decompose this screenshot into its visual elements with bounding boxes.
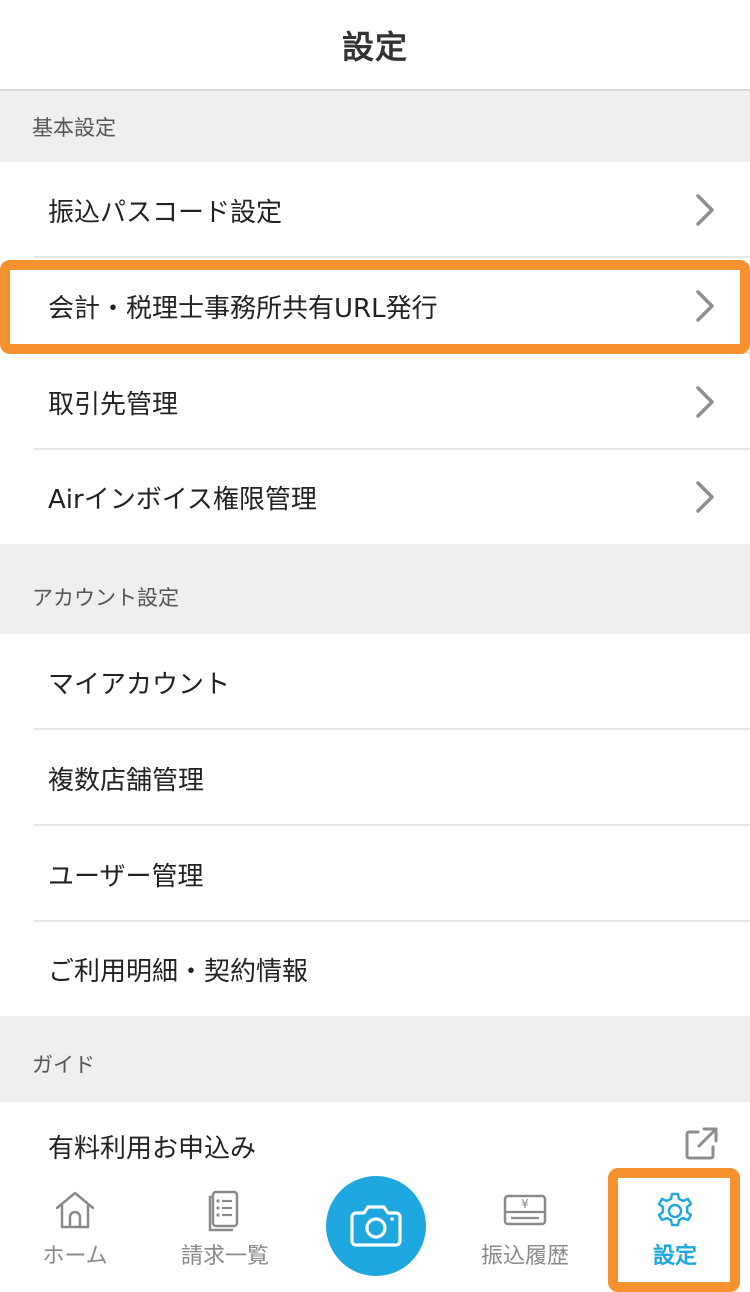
settings-item-label: Airインボイス権限管理	[48, 484, 317, 515]
highlight-frame-settings-tab	[608, 1168, 740, 1292]
settings-item-label: 振込パスコード設定	[48, 197, 283, 228]
tab-label: ホーム	[42, 1244, 108, 1269]
settings-item-label: ユーザー管理	[48, 861, 204, 892]
settings-item-label: ご利用明細・契約情報	[48, 956, 309, 987]
highlight-frame-accountant-url	[0, 260, 750, 354]
tab-home[interactable]: ホーム	[0, 1172, 150, 1292]
transfer-history-icon: ¥	[503, 1194, 547, 1226]
tab-transfer-history[interactable]: ¥ 振込履歴	[450, 1172, 600, 1292]
settings-item-label: 複数店舗管理	[48, 765, 205, 796]
settings-item-user-management[interactable]: ユーザー管理	[0, 826, 750, 922]
chevron-right-icon	[696, 386, 714, 418]
tab-label: 請求一覧	[180, 1244, 269, 1269]
invoice-list-icon	[208, 1190, 239, 1232]
chevron-right-icon	[696, 194, 714, 226]
settings-item-air-invoice-permissions[interactable]: Airインボイス権限管理	[0, 450, 750, 544]
settings-item-multi-store[interactable]: 複数店舗管理	[0, 730, 750, 826]
settings-item-transfer-passcode[interactable]: 振込パスコード設定	[0, 162, 750, 258]
camera-icon	[350, 1205, 402, 1247]
settings-item-business-partners[interactable]: 取引先管理	[0, 354, 750, 450]
section-header-basic: 基本設定	[0, 91, 750, 162]
tab-invoice-list[interactable]: 請求一覧	[150, 1172, 300, 1292]
svg-text:¥: ¥	[521, 1197, 529, 1211]
chevron-right-icon	[696, 481, 714, 513]
camera-button[interactable]	[326, 1176, 426, 1276]
tab-label: 振込履歴	[480, 1244, 569, 1269]
section-header-account: アカウント設定	[0, 544, 750, 634]
section-header-guide: ガイド	[0, 1016, 750, 1102]
home-icon	[55, 1191, 95, 1229]
page-title: 設定	[341, 27, 408, 66]
settings-item-label: マイアカウント	[48, 669, 231, 700]
settings-item-label: 有料利用お申込み	[48, 1133, 257, 1164]
external-link-icon	[685, 1127, 718, 1160]
settings-item-billing-contract[interactable]: ご利用明細・契約情報	[0, 922, 750, 1016]
settings-item-my-account[interactable]: マイアカウント	[0, 634, 750, 730]
settings-item-label: 取引先管理	[48, 389, 179, 420]
app-header: 設定	[0, 0, 750, 91]
